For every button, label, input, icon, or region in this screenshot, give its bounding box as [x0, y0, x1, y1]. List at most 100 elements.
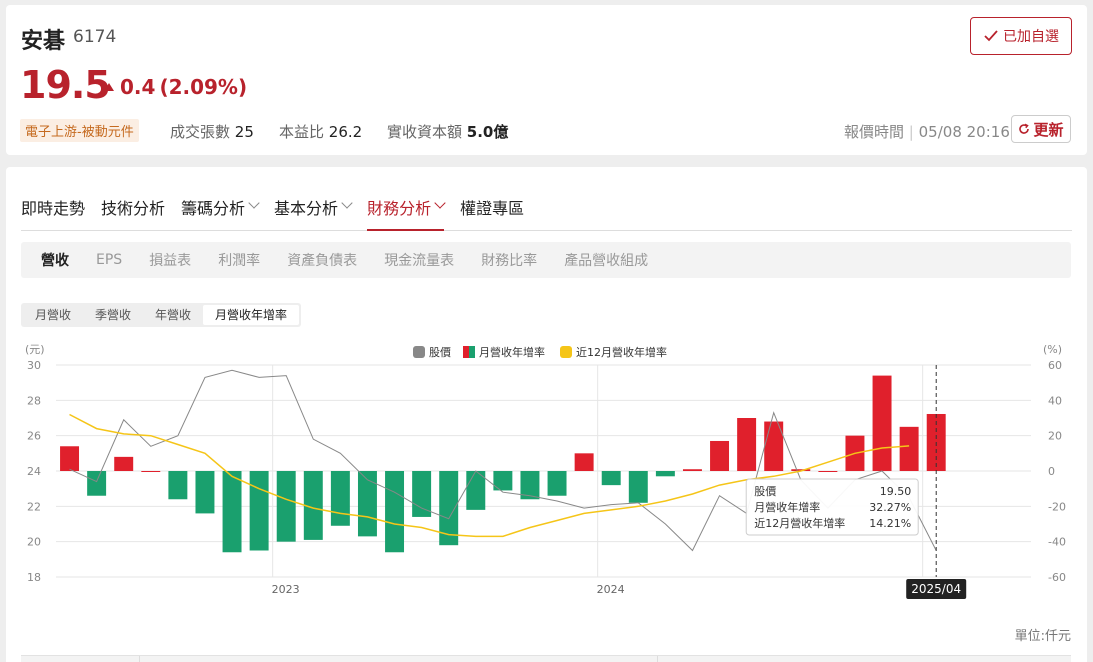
yoy-bar [412, 471, 432, 517]
yoy-bar [655, 471, 675, 477]
left-tick-label: 26 [27, 430, 41, 443]
x-tick-label: 2023 [272, 583, 300, 596]
yoy-bar [547, 471, 567, 496]
tab-realtime[interactable]: 即時走勢 [21, 193, 85, 231]
stock-price: 19.5 [20, 63, 111, 107]
left-tick-label: 24 [27, 465, 41, 478]
yoy-bar [818, 471, 838, 472]
yoy-bar [222, 471, 242, 553]
legend-swatch-yoy-up [463, 346, 469, 358]
chevron-down-icon [248, 197, 260, 209]
yoy-bar [737, 418, 757, 471]
yoy-bar [87, 471, 107, 496]
capital-value: 5.0億 [466, 123, 509, 141]
refresh-icon [1019, 123, 1030, 134]
quote-time-value: 05/08 20:16 [918, 123, 1010, 141]
change-percent: (2.09%) [159, 75, 248, 99]
table-divider [139, 656, 140, 662]
left-tick-label: 30 [27, 359, 41, 372]
seg-monthly[interactable]: 月營收 [23, 305, 83, 325]
yoy-bar [466, 471, 486, 510]
tab-technical[interactable]: 技術分析 [101, 193, 165, 231]
quote-time: 報價時間 | 05/08 20:16 [844, 123, 1010, 141]
crosshair-date: 2025/04 [911, 582, 961, 596]
subtab-product-mix[interactable]: 產品營收組成 [564, 250, 648, 270]
left-tick-label: 18 [27, 571, 41, 584]
tab-chips[interactable]: 籌碼分析 [181, 193, 260, 231]
left-tick-label: 22 [27, 500, 41, 513]
chevron-down-icon [434, 197, 446, 209]
subtab-income-statement[interactable]: 損益表 [149, 250, 191, 270]
yoy-bar [168, 471, 188, 500]
left-tick-label: 28 [27, 394, 41, 407]
capital-label: 實收資本額 [387, 123, 463, 141]
subtab-revenue[interactable]: 營收 [41, 250, 69, 270]
legend-price: 股價 [429, 345, 451, 359]
x-tick-label: 2024 [597, 583, 625, 596]
right-tick-label: 20 [1048, 430, 1062, 443]
yoy-bar [195, 471, 215, 514]
table-divider [657, 656, 658, 662]
right-tick-label: 0 [1048, 465, 1055, 478]
yoy-bar [249, 471, 269, 551]
yoy-bar [601, 471, 621, 486]
yoy-bar [276, 471, 296, 542]
tab-label: 即時走勢 [21, 199, 86, 218]
tooltip-label: 月營收年增率 [754, 500, 820, 514]
yoy-bar [628, 471, 648, 503]
yoy-bar [574, 453, 594, 471]
legend-yoy: 月營收年增率 [479, 345, 545, 359]
tab-warrants[interactable]: 權證專區 [460, 193, 524, 231]
tab-label: 財務分析 [367, 199, 432, 218]
seg-quarterly[interactable]: 季營收 [83, 305, 143, 325]
volume-value: 25 [234, 123, 254, 141]
seg-monthly-yoy[interactable]: 月營收年增率 [203, 305, 300, 325]
yoy-bar [60, 446, 80, 471]
stock-name: 安碁 [21, 29, 66, 54]
price-change: 0.4 (2.09%) [104, 75, 247, 99]
sub-tabs: 營收 EPS 損益表 利潤率 資產負債表 現金流量表 財務比率 產品營收組成 [21, 242, 1071, 278]
watchlist-button[interactable]: 已加自選 [970, 17, 1072, 55]
pe-stat: 本益比 26.2 [279, 121, 362, 142]
volume-label: 成交張數 [170, 123, 231, 141]
subtab-eps[interactable]: EPS [96, 252, 122, 268]
right-tick-label: -20 [1048, 500, 1066, 513]
tab-label: 籌碼分析 [181, 199, 246, 218]
subtab-cash-flow[interactable]: 現金流量表 [384, 250, 454, 270]
right-tick-label: 60 [1048, 359, 1062, 372]
legend-swatch-yoy12 [560, 346, 572, 358]
yoy-bar [899, 426, 919, 471]
tooltip-label: 近12月營收年增率 [754, 516, 845, 530]
tooltip-value: 14.21% [869, 517, 911, 530]
seg-yearly[interactable]: 年營收 [143, 305, 203, 325]
left-axis-unit: (元) [25, 343, 45, 356]
tab-financial[interactable]: 財務分析 [367, 193, 446, 231]
stock-quote-card: 安碁 6174 19.5 0.4 (2.09%) 電子上游-被動元件 成交張數 … [6, 5, 1087, 155]
yoy-bar [385, 471, 405, 553]
tab-label: 技術分析 [101, 199, 166, 218]
volume-stat: 成交張數 25 [170, 121, 254, 142]
left-tick-label: 20 [27, 536, 41, 549]
tab-fundamental[interactable]: 基本分析 [274, 193, 353, 231]
tooltip-value: 32.27% [869, 501, 911, 514]
tab-label: 基本分析 [274, 199, 339, 218]
pe-label: 本益比 [279, 123, 325, 141]
up-triangle-icon [104, 83, 114, 91]
chevron-down-icon [341, 197, 353, 209]
pe-value: 26.2 [328, 123, 363, 141]
legend-swatch-price [413, 346, 425, 358]
revenue-yoy-chart[interactable]: (元) (%) 股價 月營收年增率 近12月營收年增率 30 28 26 24 22 20… [21, 341, 1071, 613]
industry-tag[interactable]: 電子上游-被動元件 [20, 119, 139, 142]
yoy-bar [872, 375, 892, 471]
refresh-button[interactable]: 更新 [1011, 115, 1071, 143]
right-tick-label: 40 [1048, 394, 1062, 407]
main-tabs: 即時走勢 技術分析 籌碼分析 基本分析 財務分析 權證專區 [21, 193, 1072, 231]
legend-yoy12: 近12月營收年增率 [576, 345, 667, 359]
analysis-card: 即時走勢 技術分析 籌碼分析 基本分析 財務分析 權證專區 營收 EPS 損益表… [6, 167, 1087, 662]
subtab-ratios[interactable]: 財務比率 [481, 250, 537, 270]
right-tick-label: -60 [1048, 571, 1066, 584]
right-tick-label: -40 [1048, 536, 1066, 549]
tab-label: 權證專區 [460, 199, 525, 218]
subtab-margins[interactable]: 利潤率 [218, 250, 260, 270]
subtab-balance-sheet[interactable]: 資產負債表 [287, 250, 357, 270]
